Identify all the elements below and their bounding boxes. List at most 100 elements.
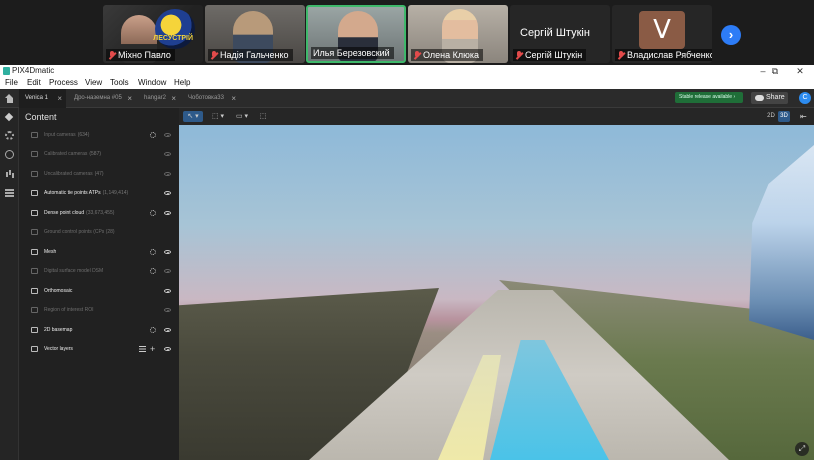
layer-row-vector-layers[interactable]: Vector layers + <box>19 341 179 357</box>
tab-label: hangar2 <box>144 95 167 101</box>
view-2d-button[interactable]: 2D <box>765 111 777 122</box>
layer-name: Uncalibrated cameras <box>44 171 93 177</box>
menu-file[interactable]: File <box>5 77 18 89</box>
layer-label: Mesh <box>44 244 56 260</box>
layer-row-tie-points[interactable]: Automatic tie points ATPs (1,149,414) <box>19 185 179 201</box>
participant-tile[interactable]: Сергій Штукін Сергій Штукін <box>510 5 610 63</box>
eye-icon[interactable] <box>164 191 171 195</box>
close-tab-icon[interactable]: × <box>57 89 62 108</box>
tab-project[interactable]: Venica 1 × <box>19 89 66 108</box>
plus-icon[interactable]: + <box>150 344 155 354</box>
basemap-icon <box>31 327 38 333</box>
maximize-button[interactable]: ⧉ <box>765 65 785 77</box>
participant-name: Олена Клюка <box>423 50 480 60</box>
layer-name: Region of interest ROI <box>44 307 94 313</box>
participant-tile[interactable]: ЛЕСУСТРІЙ Міхно Павло <box>103 5 203 63</box>
layer-row-input-cameras[interactable]: Input cameras (634) <box>19 127 179 143</box>
menu-view[interactable]: View <box>85 77 102 89</box>
share-button[interactable]: Share <box>751 92 788 104</box>
menu-help[interactable]: Help <box>174 77 190 89</box>
mic-off-icon <box>108 50 116 60</box>
menu-tools[interactable]: Tools <box>110 77 129 89</box>
layer-count: (634) <box>77 132 90 138</box>
close-tab-icon[interactable]: × <box>127 89 132 108</box>
participant-tile-speaking[interactable]: Илья Березовский <box>306 5 406 63</box>
layer-row-dsm[interactable]: Digital surface model DSM <box>19 263 179 279</box>
orthomosaic-icon <box>31 288 38 294</box>
close-button[interactable]: ✕ <box>790 65 810 77</box>
participant-tile[interactable]: Надія Гальченко <box>205 5 305 63</box>
menu-window[interactable]: Window <box>138 77 166 89</box>
tab-label: Чоботовка33 <box>188 95 224 101</box>
layer-label: Input cameras (634) <box>44 127 89 143</box>
menu-bar: File Edit Process View Tools Window Help <box>0 77 814 89</box>
home-icon[interactable] <box>5 94 14 103</box>
eye-icon[interactable] <box>164 269 171 273</box>
frame-tool-button[interactable]: ⬚ <box>258 111 268 122</box>
panel-title: Content <box>25 112 57 122</box>
eye-icon[interactable] <box>164 172 171 176</box>
layer-label: Ground control points (CPs (28) <box>44 224 115 240</box>
tab-project[interactable]: hangar2 × <box>138 89 180 108</box>
gear-icon[interactable] <box>150 268 156 274</box>
layer-name: Input cameras <box>44 132 76 138</box>
mesh-icon <box>31 249 38 255</box>
menu-edit[interactable]: Edit <box>27 77 41 89</box>
close-tab-icon[interactable]: × <box>231 89 236 108</box>
tab-project[interactable]: Дро-наземна #05 × <box>68 89 136 108</box>
next-participants-button[interactable]: › <box>721 25 741 45</box>
gear-icon[interactable] <box>150 132 156 138</box>
eye-icon[interactable] <box>164 308 171 312</box>
sliders-icon[interactable] <box>5 188 14 197</box>
user-avatar[interactable]: C <box>799 92 811 104</box>
layer-row-gcps[interactable]: Ground control points (CPs (28) <box>19 224 179 240</box>
participant-tile[interactable]: V Владислав Рябченко <box>612 5 712 63</box>
layer-row-uncalibrated-cameras[interactable]: Uncalibrated cameras (47) <box>19 166 179 182</box>
participant-name-tag: Міхно Павло <box>106 49 175 61</box>
box-selection-tool-button[interactable]: ⬚ ▾ <box>209 111 227 122</box>
tab-label: Дро-наземна #05 <box>74 95 122 101</box>
close-tab-icon[interactable]: × <box>171 89 176 108</box>
gear-icon[interactable] <box>5 131 14 140</box>
collapse-panel-icon[interactable]: ⇤ <box>800 112 808 121</box>
eye-icon[interactable] <box>164 347 171 351</box>
participant-name: Илья Березовский <box>313 48 390 58</box>
mic-off-icon <box>617 50 625 60</box>
eye-icon[interactable] <box>164 152 171 156</box>
layer-row-orthomosaic[interactable]: Orthomosaic <box>19 283 179 299</box>
fullscreen-icon[interactable]: ⤢ <box>795 442 809 456</box>
point-cloud-structure <box>749 145 814 340</box>
layer-row-calibrated-cameras[interactable]: Calibrated cameras (587) <box>19 146 179 162</box>
gear-icon[interactable] <box>150 249 156 255</box>
stable-release-badge[interactable]: Stable release available › <box>675 92 743 103</box>
point-cloud-icon <box>31 210 38 216</box>
gear-icon[interactable] <box>150 327 156 333</box>
layer-label: Orthomosaic <box>44 283 72 299</box>
dsm-icon <box>31 268 38 274</box>
layers-icon[interactable] <box>5 113 14 122</box>
participant-tile[interactable]: Олена Клюка <box>408 5 508 63</box>
eye-icon[interactable] <box>164 211 171 215</box>
statistics-icon[interactable] <box>5 169 14 178</box>
layer-count: (33,673,455) <box>86 210 115 216</box>
participant-name-tag: Илья Березовский <box>311 47 394 59</box>
3d-viewport[interactable]: ⤢ <box>179 125 814 460</box>
layer-row-roi[interactable]: Region of interest ROI <box>19 302 179 318</box>
measure-tool-button[interactable]: ▭ ▾ <box>233 111 251 122</box>
eye-icon[interactable] <box>164 250 171 254</box>
menu-process[interactable]: Process <box>49 77 78 89</box>
list-icon[interactable] <box>139 346 146 352</box>
gear-icon[interactable] <box>150 210 156 216</box>
layer-row-2d-basemap[interactable]: 2D basemap <box>19 322 179 338</box>
content-panel: Content Input cameras (634) Calibrated ca… <box>19 108 179 460</box>
eye-icon[interactable] <box>164 328 171 332</box>
layer-row-dense-point-cloud[interactable]: Dense point cloud (33,673,455) <box>19 205 179 221</box>
view-3d-button[interactable]: 3D <box>778 111 790 122</box>
eye-icon[interactable] <box>164 289 171 293</box>
select-tool-button[interactable]: ↖ ▾ <box>183 111 203 122</box>
history-icon[interactable] <box>5 150 14 159</box>
layer-name: Calibrated cameras <box>44 151 88 157</box>
tab-project[interactable]: Чоботовка33 × <box>182 89 240 108</box>
layer-row-mesh[interactable]: Mesh <box>19 244 179 260</box>
eye-icon[interactable] <box>164 133 171 137</box>
